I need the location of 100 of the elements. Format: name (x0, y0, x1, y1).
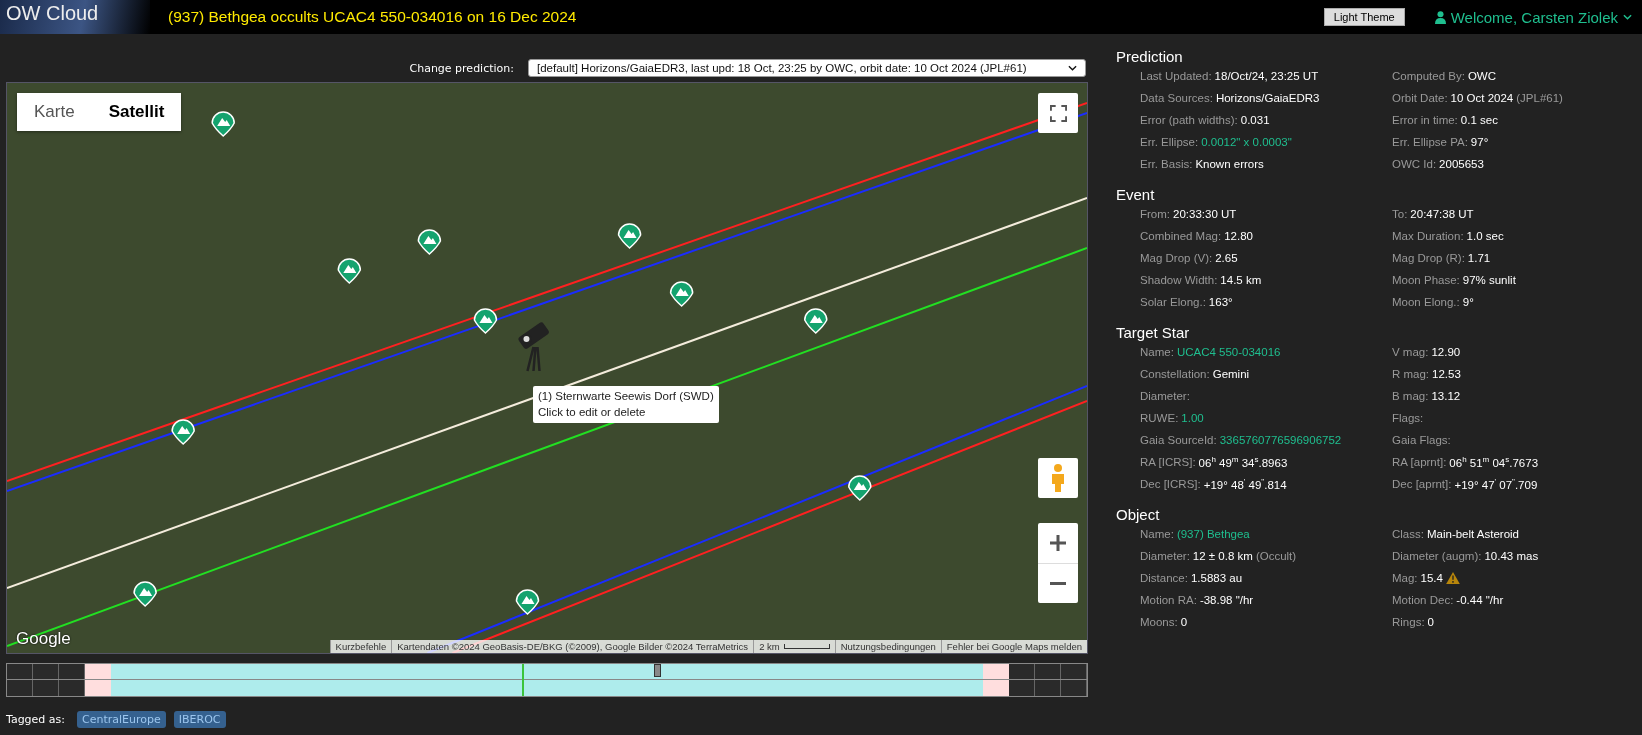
mountain-pin-icon[interactable] (848, 475, 872, 501)
info-field: Diameter: 12 ± 0.8 km (Occult) (1140, 548, 1392, 564)
mountain-pin-icon[interactable] (171, 419, 195, 445)
timeline-cell (7, 664, 33, 696)
fullscreen-icon (1049, 104, 1067, 122)
info-field: Computed By: OWC (1392, 68, 1642, 84)
attribution-link[interactable]: Fehler bei Google Maps melden (940, 640, 1087, 653)
info-field: Last Updated: 18/Oct/24, 23:25 UT (1140, 68, 1392, 84)
mountain-pin-icon[interactable] (617, 223, 642, 249)
center-marker (522, 664, 524, 696)
prediction-dropdown[interactable]: [default] Horizons/GaiaEDR3, last upd: 18 Oct, 23:25 by OWC, orbit date: 10 Oct 2024 (JPL#61) (528, 59, 1086, 77)
mountain-pin-icon[interactable] (473, 308, 498, 334)
user-icon (1434, 10, 1446, 24)
timeline-handle[interactable] (654, 664, 661, 677)
map-type-tab[interactable]: Satellit (91, 93, 182, 131)
info-field: Max Duration: 1.0 sec (1392, 228, 1642, 244)
info-field: Class: Main-belt Asteroid (1392, 526, 1642, 542)
timeline-margin (85, 664, 111, 696)
info-field: RA [ICRS]: 06$^{h}$ 49$^{m}$ 34$^{s}$.8963 (1140, 454, 1392, 470)
info-field: Gaia SourceId: 3365760776596906752 (1140, 432, 1392, 448)
chevron-down-icon (1623, 14, 1632, 20)
tag[interactable]: CentralEurope (77, 711, 166, 728)
timeline-cell (1009, 664, 1035, 696)
info-field: OWC Id: 2005653 (1392, 156, 1642, 172)
theme-button[interactable]: Light Theme (1323, 8, 1405, 26)
info-field: RA [aprnt]: 06$^{h}$ 51$^{m}$ 04$^{s}$.7673 (1392, 454, 1642, 470)
info-field: Distance: 1.5883 au (1140, 570, 1392, 586)
minus-icon (1049, 582, 1067, 585)
info-field: B mag: 13.12 (1392, 388, 1642, 404)
info-field: Diameter (augm): 10.43 mas (1392, 548, 1642, 564)
prediction-label: Change prediction: (409, 61, 514, 75)
user-menu[interactable]: Welcome, Carsten Ziolek (1434, 8, 1632, 26)
info-field: Err. Ellipse PA: 97° (1392, 134, 1642, 150)
timeline-cell (1035, 664, 1061, 696)
attribution-link[interactable]: Nutzungsbedingungen (834, 640, 941, 653)
attribution-link[interactable]: Kartendaten ©2024 GeoBasis-DE/BKG (©2009), Google Bilder ©2024 TerraMetrics (391, 640, 754, 653)
timeline-margin (983, 664, 1009, 696)
info-field: Err. Basis: Known errors (1140, 156, 1392, 172)
plus-icon (1049, 534, 1067, 552)
info-field: Solar Elong.: 163° (1140, 294, 1392, 310)
section-heading: Event (1116, 186, 1156, 203)
mountain-pin-icon[interactable] (515, 589, 540, 615)
info-field: Flags: (1392, 410, 1642, 426)
info-field: V mag: 12.90 (1392, 344, 1642, 360)
attribution-link[interactable]: Kurzbefehle (329, 640, 392, 653)
info-field: Motion Dec: -0.44 "/hr (1392, 592, 1642, 608)
scale-bar: 2 km (753, 640, 835, 653)
section-heading: Object (1116, 506, 1161, 523)
section-heading: Prediction (1116, 48, 1184, 65)
warning-icon (1445, 572, 1460, 584)
mountain-pin-icon[interactable] (211, 111, 235, 137)
mountain-pin-icon[interactable] (804, 308, 828, 334)
section-heading: Target Star (1116, 324, 1191, 341)
info-field: Name: (937) Bethgea (1140, 526, 1392, 542)
info-field: Combined Mag: 12.80 (1140, 228, 1392, 244)
info-field: Moon Phase: 97% sunlit (1392, 272, 1642, 288)
tag[interactable]: IBEROC (173, 711, 226, 728)
info-field: RUWE: 1.00 (1140, 410, 1392, 426)
info-field: Data Sources: Horizons/GaiaEDR3 (1140, 90, 1392, 106)
info-field: Shadow Width: 14.5 km (1140, 272, 1392, 288)
info-field: R mag: 12.53 (1392, 366, 1642, 382)
info-field: Mag Drop (V): 2.65 (1140, 250, 1392, 266)
timeline-cell (33, 664, 59, 696)
mountain-pin-icon[interactable] (337, 258, 362, 284)
timeline-cell (1061, 664, 1087, 696)
info-field: Rings: 0 (1392, 614, 1642, 630)
info-field: Error (path widths): 0.031 (1140, 112, 1392, 128)
fullscreen-button[interactable] (1038, 93, 1078, 133)
mountain-pin-icon[interactable] (417, 229, 442, 255)
info-field: To: 20:47:38 UT (1392, 206, 1642, 222)
timeline-bar[interactable] (6, 663, 1088, 697)
timeline-cell (59, 664, 85, 696)
info-field: Constellation: Gemini (1140, 366, 1392, 382)
map-type-tab[interactable]: Karte (17, 93, 92, 131)
info-field: Name: UCAC4 550-034016 (1140, 344, 1392, 360)
info-field: Mag Drop (R): 1.71 (1392, 250, 1642, 266)
info-field: Err. Ellipse: 0.0012" x 0.0003" (1140, 134, 1392, 150)
info-field: Diameter: (1140, 388, 1392, 404)
station-tooltip[interactable]: (1) Sternwarte Seewis Dorf (SWD) Click to edit or delete (533, 386, 719, 424)
tags-label: Tagged as: (6, 713, 66, 726)
info-field: Orbit Date: 10 Oct 2024 (JPL#61) (1392, 90, 1642, 106)
mountain-pin-icon[interactable] (133, 581, 157, 607)
info-field: Moon Elong.: 9° (1392, 294, 1642, 310)
tooltip-text: Click to edit or delete (538, 404, 647, 420)
chevron-down-icon (1068, 65, 1077, 71)
info-field: Moons: 0 (1140, 614, 1392, 630)
page-title: (937) Bethgea occults UCAC4 550-034016 on 16 Dec 2024 (168, 8, 577, 26)
info-field: Gaia Flags: (1392, 432, 1642, 448)
info-field: From: 20:33:30 UT (1140, 206, 1392, 222)
info-field: Dec [aprnt]: +19° 47$^{'}$ 07$^{"}$.709 (1392, 476, 1642, 492)
tooltip-text: (1) Sternwarte Seewis Dorf (SWD) (538, 389, 714, 404)
satellite-map-placeholder[interactable] (6, 82, 1088, 654)
map-brand-logo: Google (16, 629, 71, 649)
logo[interactable]: OW Cloud (0, 0, 150, 34)
person-icon (1051, 464, 1065, 492)
info-field: Mag: 15.4 (1392, 570, 1642, 586)
info-field: Motion RA: -38.98 "/hr (1140, 592, 1392, 608)
mountain-pin-icon[interactable] (669, 281, 694, 307)
info-field: Error in time: 0.1 sec (1392, 112, 1642, 128)
info-field: Dec [ICRS]: +19° 48$^{'}$ 49$^{"}$.814 (1140, 476, 1392, 492)
